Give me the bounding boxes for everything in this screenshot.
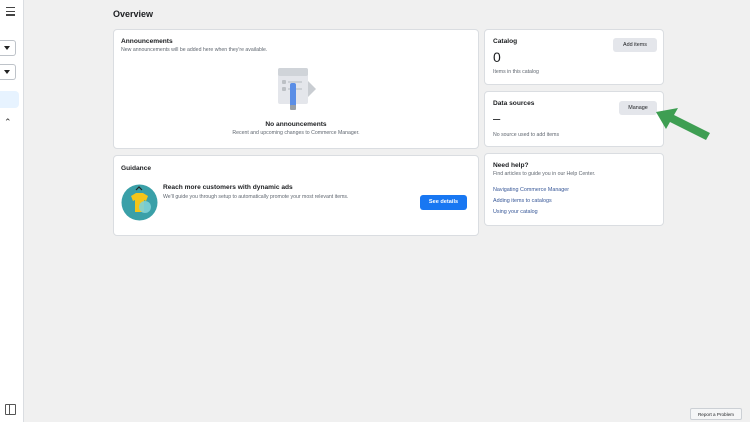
catalog-title: Catalog: [493, 38, 518, 45]
collapse-panel-icon[interactable]: [5, 404, 16, 415]
catalog-item-count: 0: [493, 49, 501, 65]
guidance-card: Guidance Reach more customers with dynam…: [113, 155, 479, 236]
data-sources-card: Data sources Manage – No source used to …: [484, 91, 664, 147]
guidance-title: Guidance: [121, 165, 152, 172]
data-sources-value: –: [493, 111, 501, 126]
data-sources-title: Data sources: [493, 100, 535, 107]
announcements-title: Announcements: [121, 38, 173, 45]
help-desc: Find articles to guide you in our Help C…: [493, 171, 596, 177]
report-problem-button[interactable]: Report a Problem: [690, 408, 742, 420]
business-selector-dropdown[interactable]: [0, 40, 16, 56]
help-card: Need help? Find articles to guide you in…: [484, 153, 664, 226]
catalog-count-label: Items in this catalog: [493, 69, 539, 75]
no-announcements-title: No announcements: [265, 121, 327, 128]
nav-item-overview-active[interactable]: [0, 91, 19, 108]
announcements-card: Announcements New announcements will be …: [113, 29, 479, 149]
menu-icon[interactable]: [6, 7, 15, 16]
chevron-up-icon[interactable]: ⌃: [4, 118, 12, 127]
annotation-arrow-icon: [656, 108, 710, 140]
help-link-navigating[interactable]: Navigating Commerce Manager: [493, 187, 569, 193]
catalog-card: Catalog Add items 0 Items in this catalo…: [484, 29, 664, 85]
announcements-subtitle: New announcements will be added here whe…: [121, 47, 268, 53]
see-details-button[interactable]: See details: [420, 195, 467, 210]
add-items-button[interactable]: Add items: [613, 38, 657, 52]
help-title: Need help?: [493, 162, 529, 169]
no-announcements-desc: Recent and upcoming changes to Commerce …: [232, 130, 360, 136]
catalog-selector-dropdown[interactable]: [0, 64, 16, 80]
left-nav-rail: ⌃: [0, 0, 24, 422]
dynamic-ads-promo-desc: We'll guide you through setup to automat…: [163, 194, 349, 200]
page-title: Overview: [113, 9, 154, 19]
help-link-using-catalog[interactable]: Using your catalog: [493, 209, 538, 215]
caret-down-icon: [4, 46, 10, 50]
help-link-adding-items[interactable]: Adding items to catalogs: [493, 198, 552, 204]
dynamic-ads-illustration-icon: [121, 184, 158, 221]
dynamic-ads-promo-title: Reach more customers with dynamic ads: [163, 184, 293, 191]
data-sources-desc: No source used to add items: [493, 132, 560, 138]
caret-down-icon: [4, 70, 10, 74]
empty-announcements-illustration-icon: [278, 68, 316, 110]
manage-button[interactable]: Manage: [619, 101, 657, 115]
